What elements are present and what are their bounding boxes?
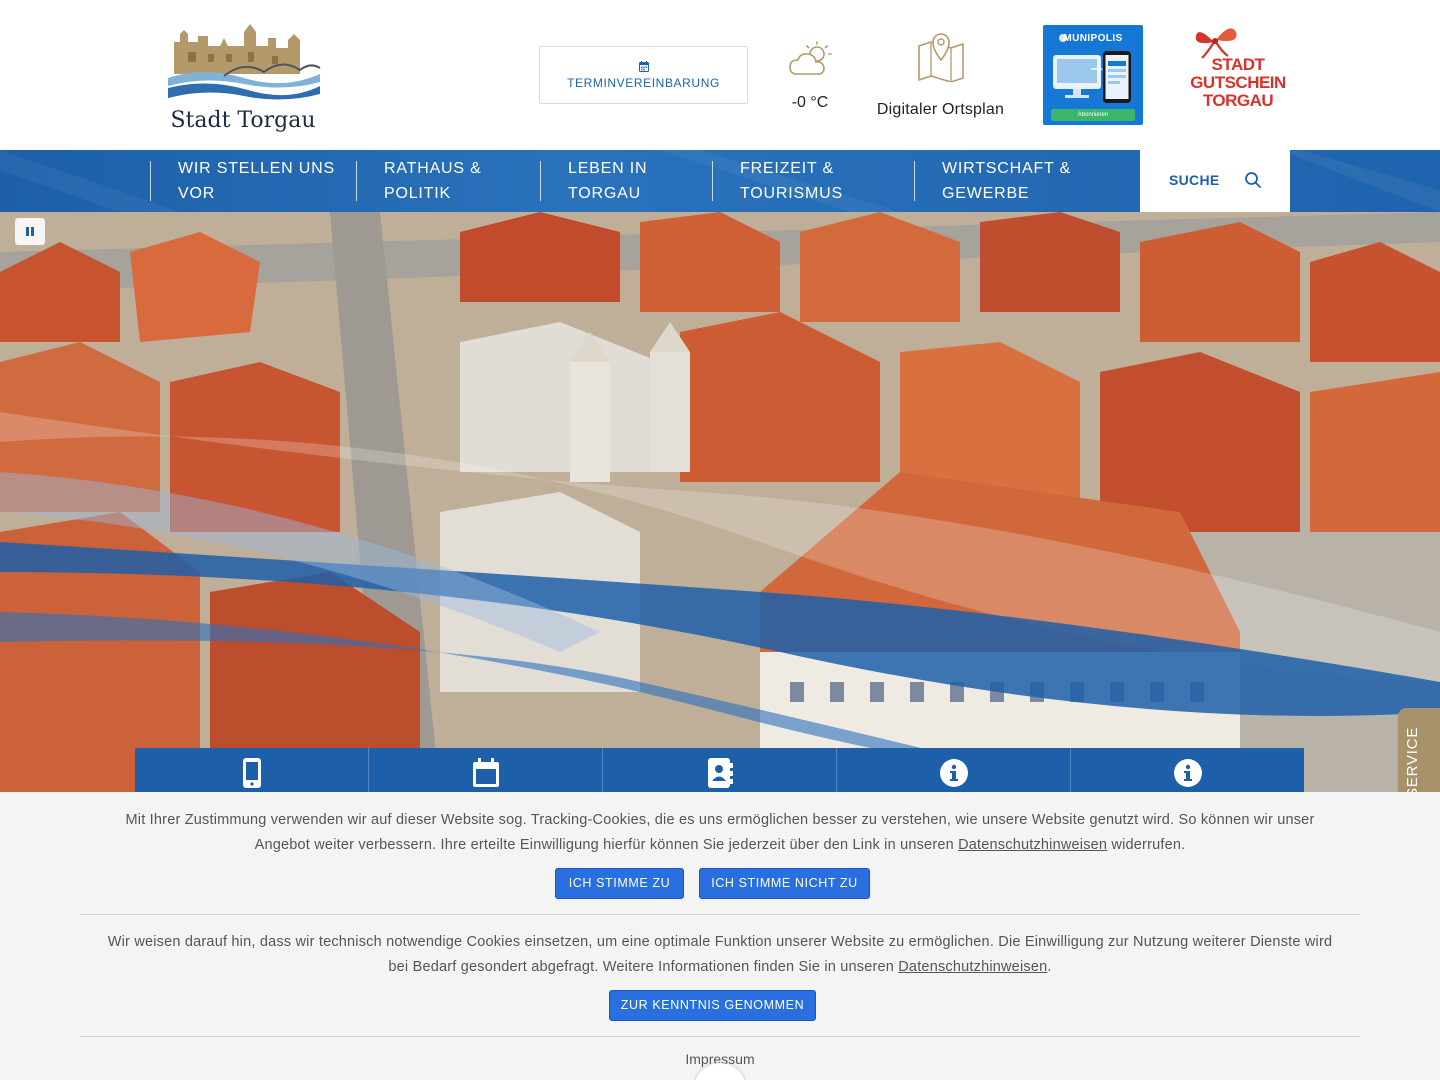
accept-cookies-button[interactable]: ICH STIMME ZU (555, 868, 684, 899)
address-book-icon (707, 758, 733, 788)
slider-pause-button[interactable] (15, 218, 45, 245)
appointment-button[interactable]: TERMINVEREINBARUNG (539, 46, 748, 104)
search-label: SUCHE (1169, 172, 1220, 188)
voucher-line-2: GUTSCHEIN (1190, 73, 1286, 92)
nav-item-line: WIR STELLEN UNS (178, 160, 335, 177)
nav-item-line: WIRTSCHAFT & (942, 160, 1072, 177)
tracking-cookie-notice: Mit Ihrer Zustimmung verwenden wir auf d… (100, 808, 1340, 858)
nav-separator (150, 161, 151, 201)
site-header: Stadt Torgau TERMINVEREINBARUNG -0 °C Di… (0, 0, 1440, 150)
nav-item-line: LEBEN IN (568, 160, 648, 177)
cookie-consent-banner: Mit Ihrer Zustimmung verwenden wir auf d… (0, 792, 1440, 1080)
acknowledge-cookies-button[interactable]: ZUR KENNTNIS GENOMMEN (609, 990, 816, 1021)
quick-link-contacts[interactable] (603, 748, 837, 792)
mobile-phone-icon (242, 758, 261, 788)
nav-item-line: TOURISMUS (740, 185, 843, 202)
voucher-line-1: STADT (1211, 55, 1265, 74)
search-icon (1245, 172, 1261, 188)
city-voucher-text: STADT GUTSCHEIN TORGAU (1188, 56, 1288, 110)
privacy-link-tracking[interactable]: Datenschutzhinweisen (958, 837, 1107, 853)
nav-separator (540, 161, 541, 201)
stadt-torgau-logo[interactable]: Stadt Torgau (164, 12, 322, 136)
nav-separator (712, 161, 713, 201)
aerial-town-illustration (0, 212, 1440, 792)
decline-cookies-button[interactable]: ICH STIMME NICHT ZU (699, 868, 870, 899)
map-pin-icon (917, 33, 964, 83)
necessary-text-part2: . (1047, 959, 1052, 975)
nav-item-leben-in-torgau[interactable]: LEBEN IN TORGAU (568, 156, 708, 206)
digital-city-map-link[interactable]: Digitaler Ortsplan (868, 30, 1013, 119)
nav-separator (356, 161, 357, 201)
digital-city-map-label: Digitaler Ortsplan (876, 101, 1005, 118)
service-label: SERVICE (1404, 726, 1421, 798)
logo-text: Stadt Torgau (170, 108, 316, 133)
quick-link-info-2[interactable] (1071, 748, 1304, 792)
weather-widget (782, 40, 838, 83)
partly-cloudy-icon (789, 41, 832, 75)
cookie-divider (80, 1036, 1360, 1037)
appointment-label: TERMINVEREINBARUNG (567, 75, 720, 90)
quick-links-bar (135, 748, 1304, 792)
voucher-line-3: TORGAU (1202, 91, 1274, 110)
quick-link-calendar[interactable] (369, 748, 603, 792)
nav-item-wirtschaft-gewerbe[interactable]: WIRTSCHAFT & GEWERBE (942, 156, 1132, 206)
pause-icon-bar (26, 227, 29, 236)
city-voucher-logo[interactable]: STADT GUTSCHEIN TORGAU (1182, 22, 1286, 124)
cookie-divider (80, 914, 1360, 915)
hero-slider-image (0, 212, 1440, 792)
munipolis-subscribe-button[interactable]: Abonnieren (1051, 109, 1135, 121)
info-icon (1173, 759, 1202, 787)
necessary-text-part1: Wir weisen darauf hin, dass wir technisc… (107, 934, 1333, 975)
castle-bridge-emblem (168, 24, 321, 100)
nav-item-line: POLITIK (384, 185, 451, 202)
quick-link-mobile[interactable] (135, 748, 369, 792)
nav-item-line: FREIZEIT & (740, 160, 834, 177)
nav-item-freizeit-tourismus[interactable]: FREIZEIT & TOURISMUS (740, 156, 910, 206)
nav-separator (914, 161, 915, 201)
calendar-icon (638, 60, 649, 72)
nav-item-rathaus-politik[interactable]: RATHAUS & POLITIK (384, 156, 534, 206)
pause-icon-bar (31, 227, 34, 236)
tracking-text-part2: widerrufen. (1107, 837, 1186, 853)
necessary-cookie-notice: Wir weisen darauf hin, dass wir technisc… (100, 930, 1340, 980)
search-button[interactable]: SUCHE (1140, 150, 1290, 212)
munipolis-banner[interactable]: MUNIPOLIS Abonnieren (1043, 25, 1143, 125)
privacy-link-necessary[interactable]: Datenschutzhinweisen (898, 959, 1047, 975)
info-icon (939, 759, 968, 787)
quick-link-info-1[interactable] (837, 748, 1071, 792)
nav-item-line: RATHAUS & (384, 160, 482, 177)
nav-item-wir-stellen-uns-vor[interactable]: WIR STELLEN UNS VOR (178, 156, 348, 206)
weather-temperature: -0 °C (791, 94, 829, 111)
nav-item-line: VOR (178, 185, 216, 202)
nav-item-line: GEWERBE (942, 185, 1030, 202)
nav-item-line: TORGAU (568, 185, 641, 202)
calendar-icon (472, 758, 499, 787)
